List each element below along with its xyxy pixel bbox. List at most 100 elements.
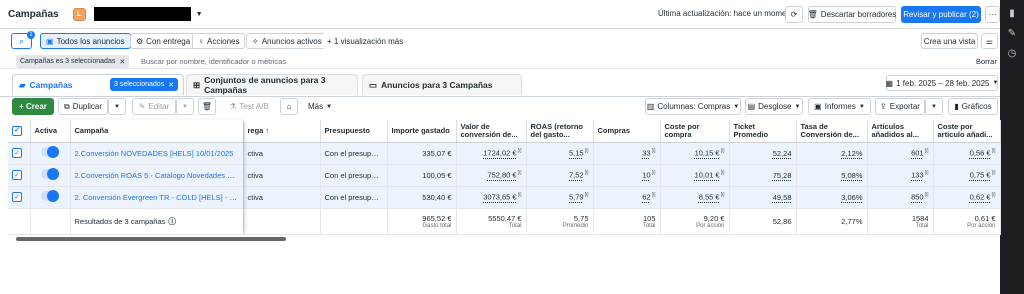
review-publish-button[interactable]: Revisar y publicar (2) xyxy=(901,6,981,23)
discard-drafts-button[interactable]: 🗑 Descartar borradores xyxy=(808,6,896,23)
col-header-delivery[interactable]: rega ↑ xyxy=(243,120,321,143)
col-header-spend[interactable]: Importe gastado xyxy=(387,120,457,143)
create-button[interactable]: + Crear xyxy=(12,98,54,115)
table-row[interactable]: ✓ 2.Conversión ROAS 5 - Catálogo Novedade… xyxy=(8,164,1001,187)
chevron-down-icon: ▼ xyxy=(931,103,937,110)
table-row[interactable]: ✓ 2. Conversión Evergreen TR - COLD [HELS… xyxy=(8,186,1001,209)
settings-sliders-button[interactable]: ⚌ xyxy=(981,33,998,49)
campaigns-table: ✓ Activa Campaña rega ↑ Presupuesto Impo… xyxy=(8,120,1001,235)
bulb-icon: ♀ xyxy=(198,36,204,46)
copy-icon: ⧉ xyxy=(63,101,70,111)
more-views-button[interactable]: + 1 visualización más xyxy=(322,33,409,49)
col-header-cost-per-purchase[interactable]: Coste por compra xyxy=(660,120,730,143)
col-header-purchases[interactable]: Compras xyxy=(593,120,661,143)
active-toggle-cell[interactable] xyxy=(30,142,71,165)
duplicate-button[interactable]: ⧉ Duplicar xyxy=(58,98,108,115)
edit-button[interactable]: ✎ Editar xyxy=(132,98,176,115)
tab-ads[interactable]: ▭ Anuncios para 3 Campañas xyxy=(362,74,522,95)
close-icon[interactable]: ✕ xyxy=(168,81,174,89)
checkbox-icon[interactable]: ✓ xyxy=(12,170,22,180)
export-dropdown[interactable]: ▼ xyxy=(925,98,943,115)
total-spend-value: 965,52 € xyxy=(422,213,452,223)
total-ticket-value: 52,86 xyxy=(772,216,792,226)
active-toggle-cell[interactable] xyxy=(30,186,71,209)
total-spend: 965,52 € Gasto total xyxy=(387,208,457,235)
roas-value: 5,79 xyxy=(569,192,584,202)
date-range-picker[interactable]: ▦ 1 feb. 2025 – 28 feb. 2025 ▼ xyxy=(886,75,998,91)
col-header-add-to-cart[interactable]: Artículos añadidos al... xyxy=(867,120,934,143)
close-icon[interactable]: ✕ xyxy=(119,58,125,66)
delete-button[interactable]: 🗑 xyxy=(198,98,216,115)
info-icon: [i] xyxy=(720,192,725,199)
purchases: 10[i] xyxy=(593,164,661,187)
clear-filters-link[interactable]: Borrar xyxy=(976,57,997,66)
active-toggle[interactable] xyxy=(41,146,59,158)
table-row[interactable]: ✓ 2.Conversión NOVEDADES [HELS] 10/01/202… xyxy=(8,142,1001,165)
reports-dropdown[interactable]: ▣ Informes ▼ xyxy=(808,98,871,115)
view-all-ads[interactable]: ▣ Todos los anuncios xyxy=(40,33,131,49)
refresh-button[interactable]: ⟳ xyxy=(785,6,803,23)
checkbox-icon[interactable]: ✓ xyxy=(12,192,22,202)
spend-value: 530,40 € xyxy=(422,192,452,202)
budget: Con el presupue... xyxy=(320,186,388,209)
duplicate-dropdown[interactable]: ▼ xyxy=(108,98,126,115)
conv-value: 1724,02 €[i] xyxy=(456,142,527,165)
spend: 335,07 € xyxy=(387,142,457,165)
export-button[interactable]: ⇪ Exportar xyxy=(875,98,925,115)
filter-pill[interactable]: Campañas es 3 seleccionadas ✕ xyxy=(16,55,130,68)
charts-button[interactable]: ▮ Gráficos xyxy=(948,98,998,115)
conv-rate-value: 2,12% xyxy=(841,148,863,158)
history-icon[interactable]: ◷ xyxy=(1005,48,1019,62)
chevron-down-icon: ▼ xyxy=(794,103,801,110)
breakdown-dropdown[interactable]: ▤ Desglose ▼ xyxy=(745,98,803,115)
active-toggle[interactable] xyxy=(41,190,59,202)
campaign-name[interactable]: 2.Conversión NOVEDADES [HELS] 10/01/2025 xyxy=(70,142,244,165)
col-header-ticket[interactable]: Ticket Promedio xyxy=(729,120,797,143)
empty-cell xyxy=(8,208,31,235)
columns-dropdown[interactable]: ▥ Columnas: Compras ▼ xyxy=(645,98,741,115)
chart-icon[interactable]: ▮ xyxy=(1005,8,1019,22)
more-button[interactable]: Más ▼ xyxy=(304,98,336,115)
select-all-cell[interactable]: ✓ xyxy=(8,120,31,143)
row-checkbox-cell[interactable]: ✓ xyxy=(8,142,31,165)
total-atc: 1584 Total xyxy=(867,208,934,235)
search-input[interactable]: Buscar por nombre, identificador o métri… xyxy=(141,57,286,66)
col-header-budget[interactable]: Presupuesto xyxy=(320,120,388,143)
account-selector[interactable]: L ▼ xyxy=(72,5,203,23)
conv-rate-value: 3,06% xyxy=(841,192,863,202)
active-toggle-cell[interactable] xyxy=(30,164,71,187)
row-checkbox-cell[interactable]: ✓ xyxy=(8,186,31,209)
spend-value: 335,07 € xyxy=(422,148,452,158)
grid-icon: ⊞ xyxy=(193,79,201,90)
col-header-roas[interactable]: ROAS (retorno del gasto... xyxy=(526,120,594,143)
col-header-conv-rate[interactable]: Tasa de Conversión de... xyxy=(796,120,868,143)
checkbox-icon[interactable]: ✓ xyxy=(12,148,22,158)
selected-badge[interactable]: 3 seleccionados ✕ xyxy=(110,78,179,91)
col-header-active[interactable]: Activa xyxy=(30,120,71,143)
col-header-cost-per-atc[interactable]: Coste por artículo añadi... xyxy=(933,120,1001,143)
tab-adsets[interactable]: ⊞ Conjuntos de anuncios para 3 Campañas xyxy=(186,74,358,95)
col-header-campaign[interactable]: Campaña xyxy=(70,120,244,143)
active-toggle[interactable] xyxy=(41,168,59,180)
total-purchases-value: 105 xyxy=(642,213,656,223)
campaign-name[interactable]: 2. Conversión Evergreen TR - COLD [HELS]… xyxy=(70,186,244,209)
conv-value-value: 752,80 € xyxy=(487,170,517,180)
checkbox-icon[interactable]: ✓ xyxy=(12,125,22,136)
col-header-conv-value[interactable]: Valor de conversión de... xyxy=(456,120,527,143)
edit-dropdown[interactable]: ▼ xyxy=(176,98,194,115)
ticket-value: 49,58 xyxy=(772,192,792,202)
view-with-delivery[interactable]: ⚙ Con entrega xyxy=(130,33,197,49)
more-options-button[interactable]: ··· xyxy=(985,6,1000,23)
view-actions[interactable]: ♀ Acciones xyxy=(192,33,246,49)
pencil-icon[interactable]: ✎ xyxy=(1005,28,1019,42)
cost-per-atc-value: 0,75 € xyxy=(969,170,991,180)
horizontal-scrollbar[interactable] xyxy=(16,237,286,241)
spend: 100,05 € xyxy=(387,164,457,187)
row-checkbox-cell[interactable]: ✓ xyxy=(8,164,31,187)
ab-test-button[interactable]: ⚗ Test A/B xyxy=(224,98,274,115)
campaign-name[interactable]: 2.Conversión ROAS 5 - Catálogo Novedades… xyxy=(70,164,244,187)
view-active-ads[interactable]: ✧ Anuncios activos xyxy=(246,33,328,49)
create-view-button[interactable]: Crea una vista xyxy=(921,33,978,49)
info-icon: [i] xyxy=(924,148,929,155)
tag-button[interactable]: ⌂ xyxy=(280,98,298,115)
